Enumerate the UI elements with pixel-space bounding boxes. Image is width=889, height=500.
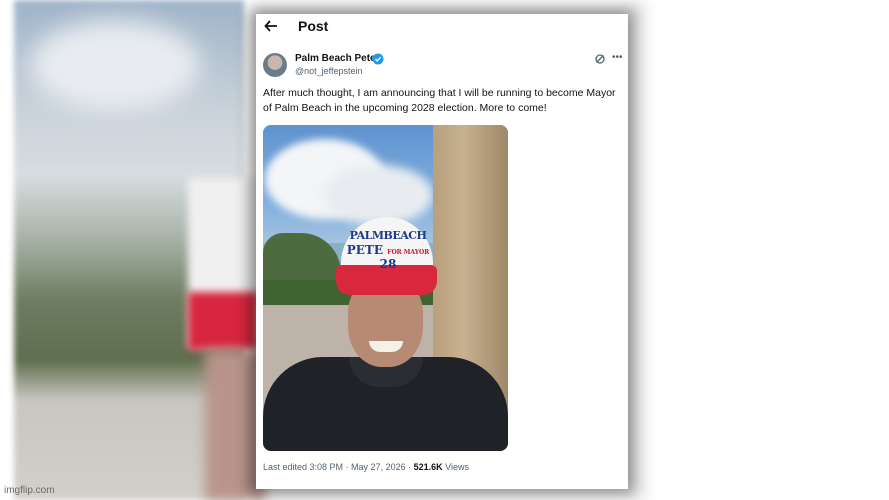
arrow-left-icon[interactable]	[263, 18, 279, 34]
hat-text-for-mayor: FOR MAYOR	[387, 249, 430, 256]
post-card: Post Palm Beach Pete @not_jeffepstein ••…	[256, 14, 628, 489]
background-cloud	[30, 20, 200, 110]
hat-text-name: PETE	[346, 243, 383, 257]
background-hat-brim	[188, 292, 258, 350]
verified-badge-icon	[372, 52, 384, 65]
grok-icon[interactable]	[594, 52, 606, 64]
hat-text-line2: PETE FOR MAYOR 28	[345, 243, 431, 271]
page-title: Post	[298, 18, 329, 34]
hat-text-line1: PALMBEACH	[349, 229, 427, 242]
views-label: Views	[442, 462, 469, 472]
avatar[interactable]	[263, 53, 287, 77]
image-cloud	[323, 165, 433, 225]
background-edge	[628, 0, 650, 500]
post-timestamp[interactable]: Last edited 3:08 PM · May 27, 2026 ·	[263, 462, 414, 472]
author-name[interactable]: Palm Beach Pete	[295, 53, 376, 64]
more-icon[interactable]: •••	[612, 52, 623, 63]
views-count: 521.6K	[413, 462, 443, 472]
author-handle[interactable]: @not_jeffepstein	[295, 66, 363, 76]
post-meta: Last edited 3:08 PM · May 27, 2026 · 521…	[263, 462, 469, 472]
hat-text-year: 28	[379, 257, 397, 271]
post-header: Post	[256, 14, 628, 42]
post-text: After much thought, I am announcing that…	[263, 87, 616, 114]
post-image[interactable]: PALMBEACH PETE FOR MAYOR 28	[263, 125, 508, 451]
watermark: imgflip.com	[4, 485, 55, 496]
